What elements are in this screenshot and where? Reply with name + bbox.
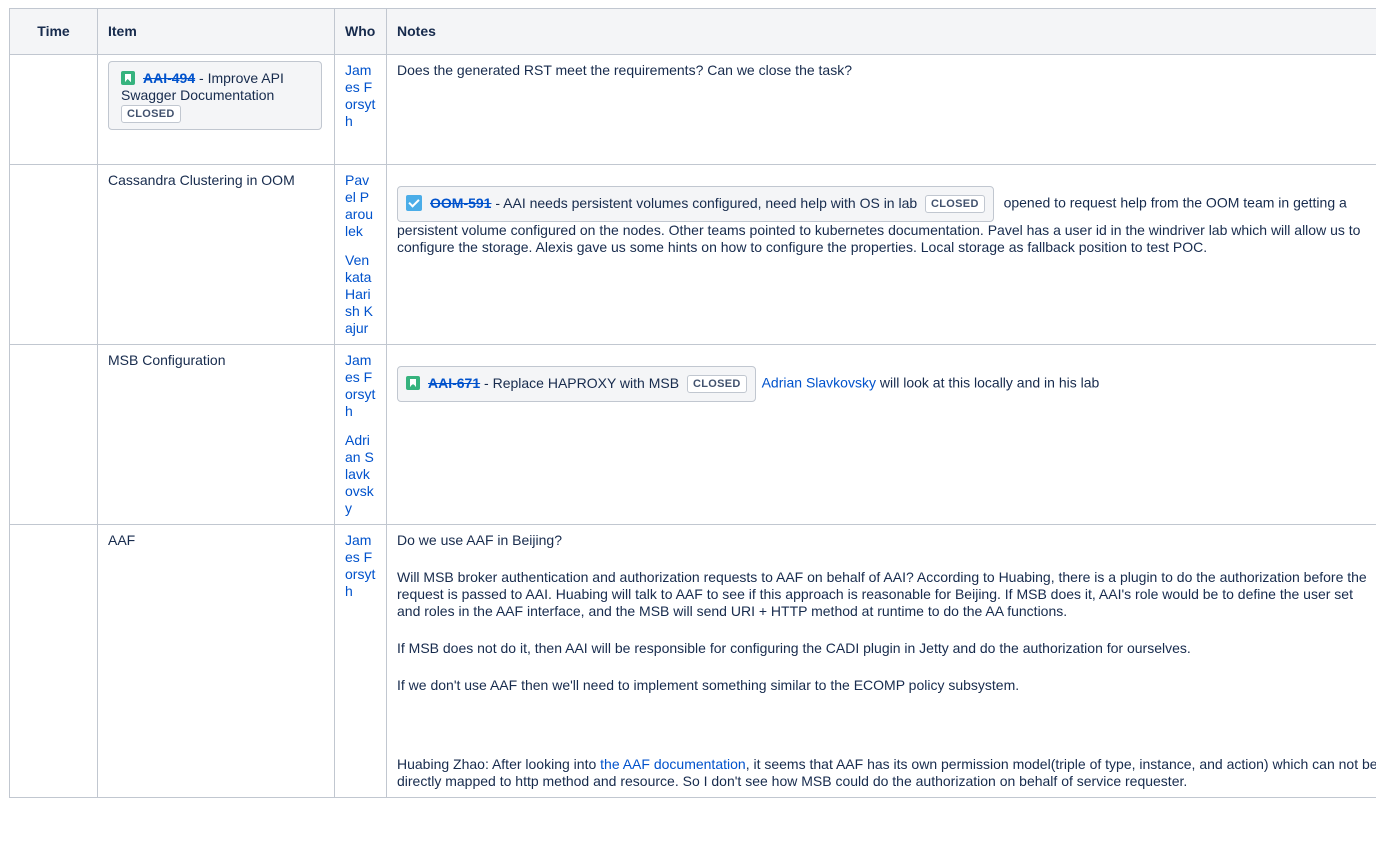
jira-issue-summary: - AAI needs persistent volumes configure… xyxy=(491,195,918,211)
header-notes: Notes xyxy=(386,8,1376,55)
note-paragraph: If we don't use AAF then we'll need to i… xyxy=(397,677,1020,693)
notes-cell: OOM-591 - AAI needs persistent volumes c… xyxy=(386,164,1376,345)
table-header-row: Time Item Who Notes xyxy=(9,8,1376,55)
notes-cell: Does the generated RST meet the requirem… xyxy=(386,54,1376,165)
note-paragraph: Huabing Zhao: After looking into the AAF… xyxy=(397,756,1376,790)
story-icon xyxy=(121,71,135,85)
who-cell: James Forsyth Adrian Slavkovsky xyxy=(334,344,387,525)
who-cell: James Forsyth xyxy=(334,524,387,798)
note-paragraph: AAI-671 - Replace HAPROXY with MSB CLOSE… xyxy=(397,366,1376,402)
time-cell xyxy=(9,164,98,345)
time-cell xyxy=(9,54,98,165)
status-badge: CLOSED xyxy=(925,195,985,213)
user-mention-link[interactable]: Pavel Paroulek xyxy=(345,172,376,240)
status-badge: CLOSED xyxy=(121,105,181,123)
note-text: Huabing Zhao: After looking into xyxy=(397,756,601,772)
user-mention-link[interactable]: James Forsyth xyxy=(345,352,376,420)
header-time: Time xyxy=(9,8,98,55)
table-row: AAI-494 - Improve API Swagger Documentat… xyxy=(9,54,1376,165)
note-paragraph: Do we use AAF in Beijing? xyxy=(397,532,562,548)
who-cell: Pavel Paroulek Venkata Harish Kajur xyxy=(334,164,387,345)
note-paragraph: If MSB does not do it, then AAI will be … xyxy=(397,640,1191,656)
table-row: Cassandra Clustering in OOM Pavel Paroul… xyxy=(9,164,1376,345)
note-paragraph: OOM-591 - AAI needs persistent volumes c… xyxy=(397,186,1376,256)
jira-issue-card[interactable]: AAI-494 - Improve API Swagger Documentat… xyxy=(108,61,322,130)
time-cell xyxy=(9,344,98,525)
note-paragraph: Will MSB broker authentication and autho… xyxy=(397,569,1367,619)
jira-issue-key-link[interactable]: OOM-591 xyxy=(430,195,491,211)
task-icon xyxy=(406,195,422,211)
meeting-notes-table: Time Item Who Notes AAI-494 - Improve AP… xyxy=(9,8,1376,798)
user-mention-link[interactable]: Venkata Harish Kajur xyxy=(345,252,376,337)
who-cell: James Forsyth xyxy=(334,54,387,165)
user-mention-link[interactable]: Adrian Slavkovsky xyxy=(762,375,876,391)
story-icon xyxy=(406,376,420,390)
item-cell: AAI-494 - Improve API Swagger Documentat… xyxy=(97,54,335,165)
table-row: AAF James Forsyth Do we use AAF in Beiji… xyxy=(9,524,1376,798)
status-badge: CLOSED xyxy=(686,375,747,393)
header-who: Who xyxy=(334,8,387,55)
header-item: Item xyxy=(97,8,335,55)
note-paragraph: Does the generated RST meet the requirem… xyxy=(397,62,852,78)
notes-cell: Do we use AAF in Beijing? Will MSB broke… xyxy=(386,524,1376,798)
aaf-documentation-link[interactable]: the AAF documentation xyxy=(600,756,746,772)
jira-issue-macro[interactable]: AAI-671 - Replace HAPROXY with MSB CLOSE… xyxy=(397,366,756,402)
jira-issue-key-link[interactable]: AAI-494 xyxy=(143,70,195,86)
time-cell xyxy=(9,524,98,798)
table-row: MSB Configuration James Forsyth Adrian S… xyxy=(9,344,1376,525)
notes-cell: AAI-671 - Replace HAPROXY with MSB CLOSE… xyxy=(386,344,1376,525)
item-cell: AAF xyxy=(97,524,335,798)
user-mention-link[interactable]: James Forsyth xyxy=(345,62,376,130)
jira-issue-summary: - Replace HAPROXY with MSB xyxy=(480,375,680,391)
item-cell: Cassandra Clustering in OOM xyxy=(97,164,335,345)
item-cell: MSB Configuration xyxy=(97,344,335,525)
jira-issue-macro[interactable]: OOM-591 - AAI needs persistent volumes c… xyxy=(397,186,994,222)
user-mention-link[interactable]: Adrian Slavkovsky xyxy=(345,432,376,517)
user-mention-link[interactable]: James Forsyth xyxy=(345,532,376,600)
jira-issue-key-link[interactable]: AAI-671 xyxy=(428,375,480,391)
note-text: will look at this locally and in his lab xyxy=(875,374,1100,391)
